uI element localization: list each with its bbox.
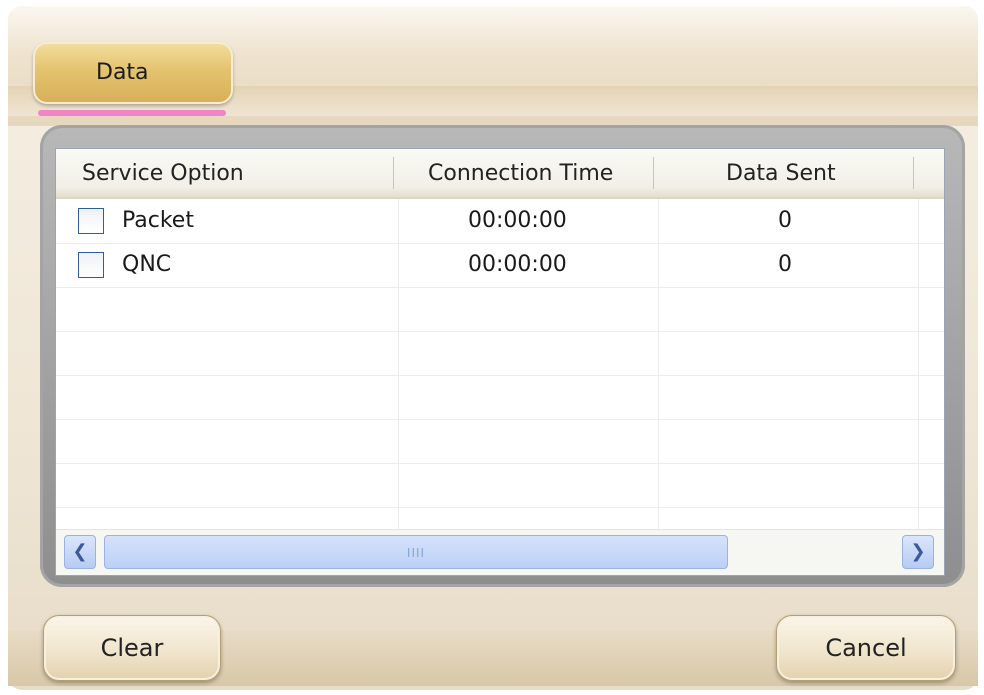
service-option-cell: QNC [122, 252, 172, 277]
cancel-button[interactable]: Cancel [776, 615, 956, 681]
column-divider[interactable] [393, 157, 394, 189]
data-sent-cell: 0 [778, 208, 792, 233]
grid-line [56, 419, 944, 420]
column-divider[interactable] [913, 157, 914, 189]
horizontal-scrollbar[interactable]: ❮ IIII ❯ [56, 529, 944, 575]
grid-line [56, 463, 944, 464]
connection-time-cell: 00:00:00 [468, 252, 567, 277]
grid-line [56, 507, 944, 508]
column-header-data-sent[interactable]: Data Sent [726, 149, 836, 197]
tab-data[interactable]: Data [33, 42, 233, 104]
table-row[interactable]: Packet 00:00:00 0 [56, 199, 944, 243]
table-row[interactable]: QNC 00:00:00 0 [56, 243, 944, 287]
tab-data-label: Data [96, 60, 149, 85]
column-header-service-option[interactable]: Service Option [82, 149, 244, 197]
data-table: Service Option Connection Time Data Sent… [55, 148, 945, 576]
scroll-right-arrow-icon[interactable]: ❯ [902, 535, 934, 569]
data-sent-cell: 0 [778, 252, 792, 277]
scroll-left-arrow-icon[interactable]: ❮ [64, 535, 96, 569]
grid-line [56, 287, 944, 288]
row-checkbox[interactable] [78, 208, 104, 234]
connection-time-cell: 00:00:00 [468, 208, 567, 233]
clear-button[interactable]: Clear [43, 615, 221, 681]
grid-line [56, 331, 944, 332]
active-tab-indicator [38, 110, 226, 116]
service-option-cell: Packet [122, 208, 194, 233]
column-divider[interactable] [653, 157, 654, 189]
scrollbar-thumb[interactable]: IIII [104, 535, 728, 569]
row-checkbox[interactable] [78, 252, 104, 278]
grid-line [56, 375, 944, 376]
table-header: Service Option Connection Time Data Sent [56, 149, 944, 199]
column-header-connection-time[interactable]: Connection Time [428, 149, 613, 197]
